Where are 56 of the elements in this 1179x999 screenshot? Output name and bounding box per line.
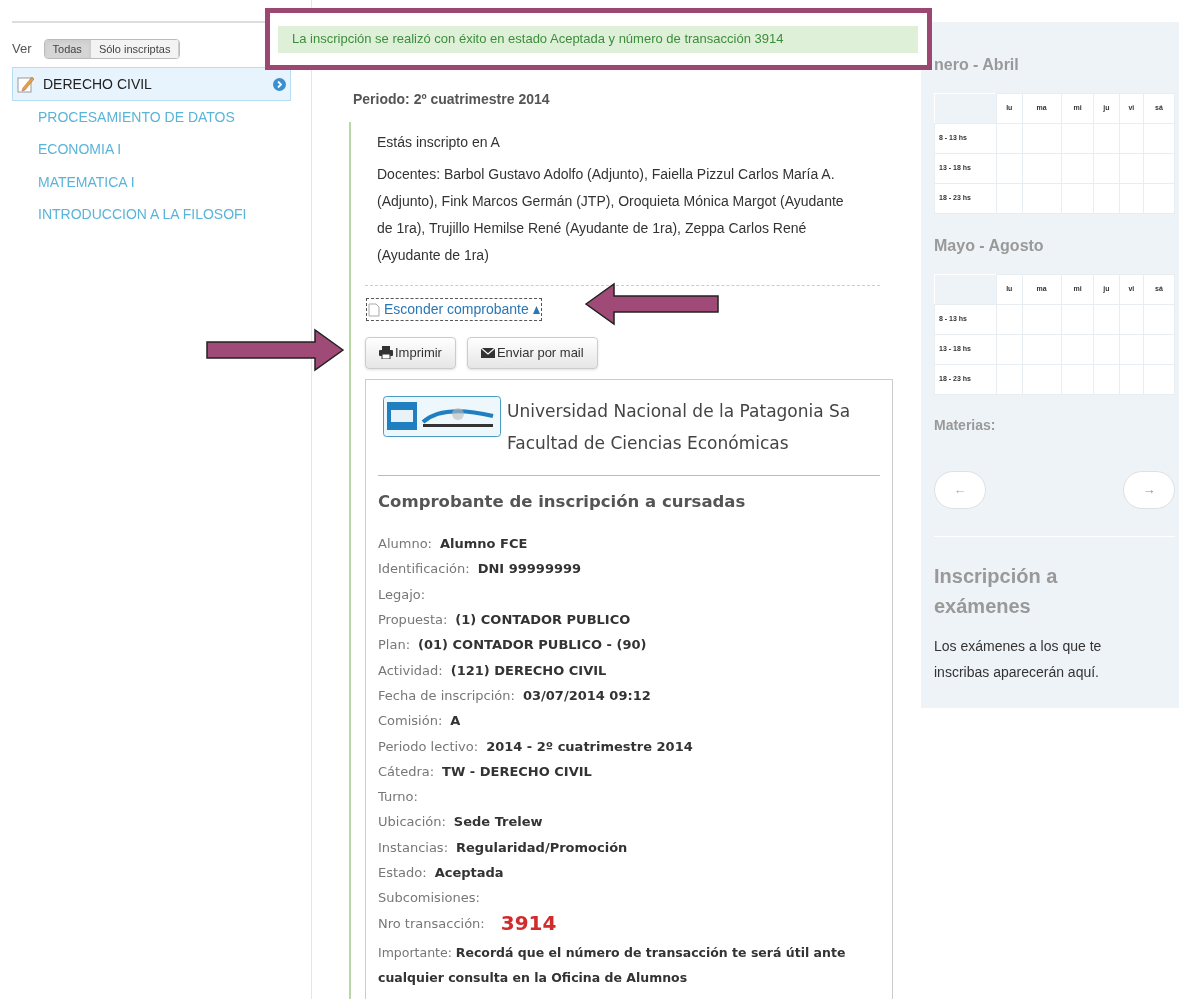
field-label: Actividad: [378, 661, 443, 680]
field-label: Estado: [378, 864, 427, 882]
filter-label: Ver [12, 40, 32, 59]
field-label: Subcomisiones: [378, 889, 480, 908]
field-label: Cátedra: [378, 762, 435, 781]
field-label: Fecha de inscripción: [378, 686, 515, 705]
field-label: Plan: [378, 636, 411, 655]
important-note: Importante: Recordá que el número de transacción te será útil ante cualquier consulta en la Oficina de Alumnos [378, 944, 847, 987]
field-label: Alumno: [378, 535, 432, 554]
field-label: Periodo lectivo: [378, 737, 479, 756]
field-value: Alumno FCE [440, 535, 528, 554]
field-value: 03/07/2014 09:12 [522, 686, 651, 705]
envelope-icon [480, 347, 495, 358]
field-label: Identificación: [378, 560, 470, 579]
document-icon [368, 302, 380, 317]
filter-toggle[interactable]: Sólo inscriptas [90, 40, 180, 58]
field-label: Legajo: [378, 585, 426, 604]
field-value: A [450, 712, 461, 731]
enrollment-status: Estás inscripto en A [377, 133, 501, 152]
field-value: (121) DERECHO CIVIL [450, 661, 607, 680]
field-value: 2014 - 2º cuatrimestre 2014 [486, 737, 693, 756]
field-value: (01) CONTADOR PUBLICO - (90) [418, 636, 647, 655]
hide-receipt-link[interactable]: Esconder comprobante [366, 298, 542, 321]
filter-toggle[interactable]: Todas [44, 40, 91, 58]
schedule-title: Mayo - Agosto [934, 236, 1045, 256]
field-label: Ubicación: [378, 813, 446, 832]
institution-name: Universidad Nacional de la Patagonia Sa [507, 399, 851, 423]
pencil-icon [17, 75, 35, 93]
action-button[interactable]: Enviar por mail [466, 336, 598, 369]
next-button[interactable]: → [1123, 471, 1175, 509]
period-heading: Periodo: 2º cuatrimestre 2014 [353, 90, 551, 109]
schedule-title: nero - Abril [934, 55, 1020, 75]
field-label: Turno: [378, 788, 418, 807]
success-alert: La inscripción se realizó con éxito en estado Aceptada y número de transacción 3914 [278, 25, 918, 53]
field-label: Propuesta: [378, 611, 448, 630]
field-label: Instancias: [378, 838, 449, 857]
action-button[interactable]: Imprimir [365, 336, 456, 369]
caret-up-icon [532, 305, 540, 314]
field-value: Regularidad/Promoción [456, 838, 628, 857]
teachers-text: Docentes: Barbol Gustavo Adolfo (Adjunto), Faiella Pizzul Carlos María A. (Adjunto), Fink Marcos Germán (JTP), Oroquieta Mónica Margot (Ayudante de 1ra), Trujillo Hemilse René (Ayudante de 1ra), Zeppa Carlos René (Ayudante de 1ra) [377, 165, 845, 265]
exams-text: Los exámenes a los que te inscribas aparecerán aquí. [934, 637, 1103, 682]
field-value: DNI 99999999 [477, 560, 582, 579]
field-value: (1) CONTADOR PUBLICO [455, 611, 631, 630]
field-value: Sede Trelew [453, 813, 543, 832]
subjects-panel-title: Materias: [934, 416, 997, 435]
field-label: Comisión: [378, 712, 443, 731]
receipt-title: Comprobante de inscripción a cursadas [378, 490, 747, 513]
transaction-number: 3914 [500, 910, 557, 938]
chevron-circle-icon [273, 77, 286, 91]
field-value: Aceptada [434, 864, 504, 882]
exams-heading: Inscripción a exámenes [934, 564, 1059, 619]
field-label: Nro transacción: [378, 914, 485, 933]
faculty-name: Facultad de Ciencias Económicas [507, 431, 790, 455]
field-value: TW - DERECHO CIVIL [442, 762, 592, 781]
printer-icon [379, 346, 393, 359]
subject-item[interactable]: DERECHO CIVIL [12, 67, 291, 101]
